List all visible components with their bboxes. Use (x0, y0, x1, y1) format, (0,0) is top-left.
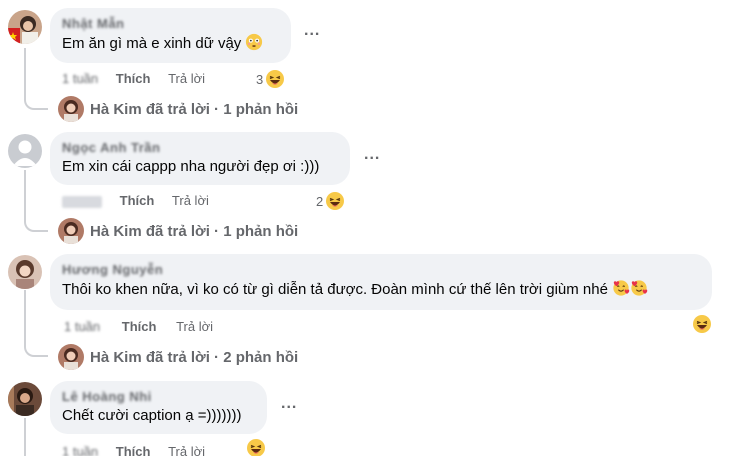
smiling-hearts-emoji-icon (613, 280, 630, 296)
smiling-hearts-emoji-icon (631, 280, 648, 296)
avatar-image (58, 96, 84, 122)
reaction-summary[interactable] (690, 314, 712, 334)
avatar-image (58, 218, 84, 244)
comment-text: Thôi ko khen nữa, vì ko có từ gì diễn tả… (62, 279, 700, 300)
thread-line (24, 48, 26, 98)
avatar-image (8, 255, 42, 289)
like-button[interactable]: Thích (122, 319, 157, 334)
reaction-summary[interactable] (244, 438, 266, 456)
comment-author[interactable]: Ngọc Anh Trần (62, 140, 338, 155)
default-user-icon (8, 134, 42, 168)
replies-summary-text: Hà Kim đã trả lời · 2 phản hồi (90, 348, 299, 366)
flushed-emoji-icon (246, 33, 263, 51)
avatar[interactable] (8, 10, 42, 44)
more-options-button[interactable]: ... (364, 146, 380, 164)
replies-summary-text: Hà Kim đã trả lời · 1 phản hồi (90, 222, 299, 240)
replies-summary-link[interactable]: Hà Kim đã trả lời · 2 phản hồi (58, 344, 298, 370)
thread-elbow (24, 218, 48, 232)
avatar[interactable] (8, 134, 42, 168)
avatar-image (8, 10, 42, 44)
avatar (58, 96, 84, 122)
haha-reaction-icon (693, 315, 711, 333)
avatar-image (58, 344, 84, 370)
comment-text: Em xin cái cappp nha người đẹp ơi :))) (62, 158, 320, 175)
thread-line (24, 418, 26, 456)
avatar[interactable] (8, 255, 42, 289)
comment-text: Em ăn gì mà e xinh dữ vậy (62, 33, 279, 54)
replies-summary-link[interactable]: Hà Kim đã trả lời · 1 phản hồi (58, 96, 298, 122)
comment-actions: Thích Trả lời (62, 193, 209, 208)
comment-time[interactable]: 1 tuần (64, 319, 100, 334)
reaction-count: 2 (316, 193, 324, 209)
haha-reaction-icon (247, 439, 265, 456)
reply-button[interactable]: Trả lời (168, 444, 205, 456)
reaction-count: 3 (256, 71, 264, 87)
reply-button[interactable]: Trả lời (176, 319, 213, 334)
comment-bubble: Hương Nguyễn Thôi ko khen nữa, vì ko có … (50, 254, 712, 310)
comment-bubble: Nhật Mẫn Em ăn gì mà e xinh dữ vậy (50, 8, 291, 63)
comment-author[interactable]: Hương Nguyễn (62, 262, 700, 277)
thread-line (24, 290, 26, 345)
avatar[interactable] (8, 382, 42, 416)
more-options-button[interactable]: ... (281, 395, 297, 413)
like-button[interactable]: Thích (116, 444, 151, 456)
comment-bubble: Lê Hoàng Nhi Chết cười caption ạ =))))))… (50, 381, 267, 434)
thread-elbow (24, 96, 48, 110)
haha-reaction-icon (326, 192, 345, 210)
haha-reaction-icon (266, 70, 285, 88)
like-button[interactable]: Thích (120, 193, 155, 208)
reaction-summary[interactable]: 3 (256, 69, 285, 89)
more-options-button[interactable]: ... (304, 22, 320, 40)
comment-actions: 1 tuần Thích Trả lời (64, 319, 213, 334)
comment-text: Chết cười caption ạ =))))))) (62, 407, 242, 424)
reply-button[interactable]: Trả lời (168, 71, 205, 86)
replies-summary-link[interactable]: Hà Kim đã trả lời · 1 phản hồi (58, 218, 298, 244)
thread-line (24, 170, 26, 220)
reply-button[interactable]: Trả lời (172, 193, 209, 208)
replies-summary-text: Hà Kim đã trả lời · 1 phản hồi (90, 100, 299, 118)
avatar-image (8, 382, 42, 416)
comment-author[interactable]: Lê Hoàng Nhi (62, 389, 255, 404)
comment-time[interactable]: 1 tuần (62, 444, 98, 456)
thread-elbow (24, 343, 48, 357)
comment-bubble: Ngọc Anh Trần Em xin cái cappp nha người… (50, 132, 350, 185)
comment-time[interactable]: 1 tuần (62, 71, 98, 86)
comment-author[interactable]: Nhật Mẫn (62, 16, 279, 31)
reaction-summary[interactable]: 2 (316, 191, 345, 211)
avatar (58, 344, 84, 370)
like-button[interactable]: Thích (116, 71, 151, 86)
avatar (58, 218, 84, 244)
comment-actions: 1 tuần Thích Trả lời (62, 444, 205, 456)
comment-time[interactable] (62, 195, 102, 208)
comment-actions: 1 tuần Thích Trả lời (62, 71, 205, 86)
